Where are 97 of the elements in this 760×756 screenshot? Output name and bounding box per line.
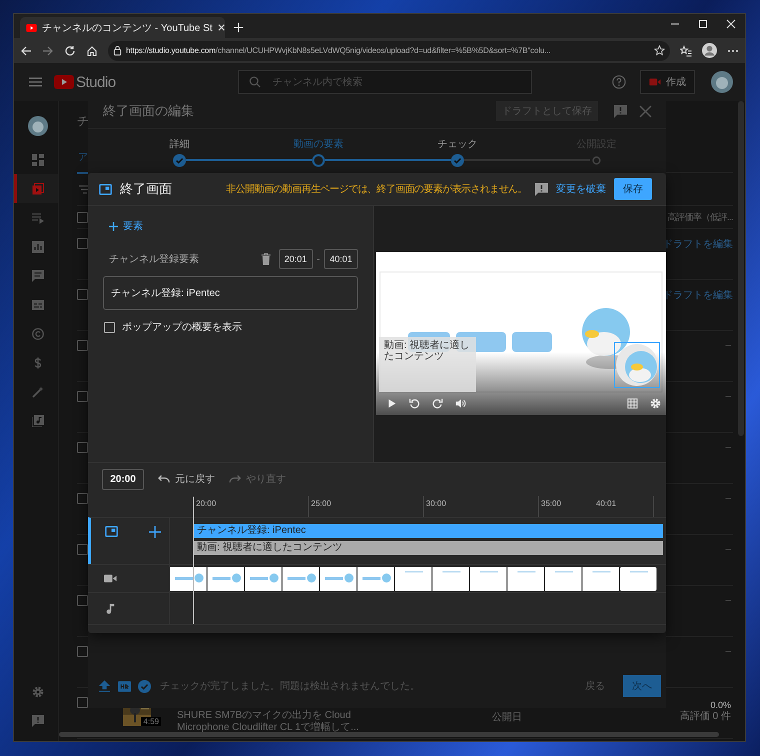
upload-icon	[98, 680, 111, 692]
feedback-icon[interactable]	[614, 104, 627, 118]
publish-date-label: 公開日	[492, 711, 522, 724]
bar-chart-icon[interactable]	[32, 240, 44, 252]
popup-summary-checkbox[interactable]	[104, 322, 115, 332]
empty-value: –	[725, 544, 732, 555]
grid-icon[interactable]	[627, 398, 638, 408]
music-note-icon	[104, 603, 117, 614]
rewind-icon[interactable]	[409, 398, 420, 408]
tab-title: チャンネルのコンテンツ - YouTube St	[42, 22, 212, 34]
editor-title: 終了画面	[120, 180, 172, 198]
end-screen-icon[interactable]	[105, 526, 118, 537]
create-button[interactable]: 作成	[640, 70, 695, 94]
video-element-card[interactable]: 動画: 視聴者に適したコンテンツ	[379, 337, 476, 392]
plus-icon	[109, 222, 118, 230]
lock-icon	[113, 45, 122, 56]
channel-field[interactable]: チャンネル登録: iPentec	[103, 276, 358, 310]
play-icon[interactable]	[386, 398, 397, 408]
element-name: チャンネル登録要素	[109, 252, 199, 266]
music-library-icon[interactable]	[32, 414, 44, 426]
horizontal-scrollbar-thumb[interactable]	[59, 732, 719, 737]
magic-wand-icon[interactable]	[32, 386, 44, 398]
redo-icon	[229, 473, 241, 485]
time-tick: 35:00	[541, 499, 562, 510]
menu-icon[interactable]	[29, 77, 42, 87]
forward-icon[interactable]	[42, 44, 54, 56]
profile-icon[interactable]	[702, 43, 717, 58]
help-icon[interactable]	[612, 75, 626, 89]
dashboard-icon[interactable]	[32, 154, 44, 166]
time-tick: 25:00	[311, 499, 332, 510]
step-label[interactable]: チェック	[438, 137, 478, 153]
undo-icon	[158, 473, 170, 485]
add-icon[interactable]	[149, 526, 161, 538]
avatar-icon[interactable]	[711, 71, 733, 93]
time-tick: 40:01	[596, 499, 618, 510]
studio-logo[interactable]: Studio	[54, 74, 116, 90]
browser-tab[interactable]: チャンネルのコンテンツ - YouTube St	[20, 17, 225, 38]
step-label[interactable]: 詳細	[170, 137, 190, 153]
feedback-icon[interactable]	[32, 714, 44, 726]
settings-icon[interactable]	[32, 686, 44, 698]
channel-avatar-icon[interactable]	[28, 116, 48, 136]
check-status-text: チェックが完了しました。問題は検出されませんでした。	[160, 680, 420, 693]
dialog-title: 終了画面の編集	[103, 102, 194, 120]
video-duration: 4:59	[141, 717, 161, 726]
video-camera-icon	[104, 573, 117, 584]
end-time-field[interactable]: 40:01	[324, 249, 358, 269]
check-circle-icon	[138, 680, 151, 692]
column-header: 高評価率（低評...	[667, 210, 733, 224]
timeline-bar[interactable]: チャンネル登録: iPentec	[193, 524, 663, 538]
hd-badge-icon	[118, 680, 131, 692]
likes-count: 高評価 0 件	[680, 711, 731, 723]
time-tick: 20:00	[196, 499, 218, 510]
copyright-icon[interactable]	[32, 328, 44, 340]
empty-value: –	[725, 595, 732, 606]
video-library-icon[interactable]	[32, 182, 44, 194]
warning-text: 非公開動画の動画再生ページでは、終了画面の要素が表示されません。	[226, 182, 527, 196]
empty-value: –	[725, 442, 732, 453]
add-element-button[interactable]: 要素	[109, 218, 143, 234]
video-title[interactable]: SHURE SM7Bのマイクの出力を Cloud Microphone Cloudlifter CL 1で増幅して...	[177, 710, 392, 734]
star-icon[interactable]	[654, 45, 665, 56]
url-text: https://studio.youtube.com/channel/UCUHPWvjKbN8s5eLVdWQ5nig/videos/upload?d=ud&filter=%5B%5D&sort=%7B"colu...	[126, 46, 552, 55]
scrollbar-thumb[interactable]	[738, 101, 744, 436]
video-camera-icon	[649, 76, 661, 88]
subscribe-element[interactable]	[614, 342, 660, 388]
empty-value: –	[725, 391, 732, 402]
time-tick: 30:00	[426, 499, 448, 510]
playlist-icon[interactable]	[32, 212, 44, 224]
empty-value: –	[725, 646, 732, 657]
current-time-field[interactable]: 20:00	[102, 468, 144, 490]
volume-icon[interactable]	[455, 398, 466, 408]
time-separator: -	[316, 254, 320, 264]
empty-value: –	[725, 493, 732, 504]
home-icon[interactable]	[86, 44, 98, 56]
comment-icon[interactable]	[32, 270, 44, 282]
favorites-icon[interactable]	[680, 44, 692, 56]
address-field[interactable]: https://studio.youtube.com/channel/UCUHPWvjKbN8s5eLVdWQ5nig/videos/upload?d=ud&filter=%5B%5D&sort=%7B"colu...	[108, 40, 670, 60]
trash-icon[interactable]	[260, 253, 271, 265]
refresh-icon[interactable]	[64, 44, 76, 56]
popup-summary-label: ポップアップの概要を表示	[122, 320, 242, 334]
new-tab-icon[interactable]	[233, 22, 244, 33]
subtitles-icon[interactable]	[32, 298, 44, 310]
discard-changes-button[interactable]: 変更を破棄	[556, 182, 606, 196]
empty-value: –	[725, 340, 732, 351]
rating-percent: 0.0%	[710, 699, 731, 711]
play-logo-icon	[54, 75, 74, 89]
start-time-field[interactable]: 20:01	[278, 249, 313, 269]
maximize-icon[interactable]	[698, 19, 708, 29]
end-screen-icon	[99, 184, 112, 194]
back-icon[interactable]	[20, 44, 32, 56]
feedback-icon[interactable]	[535, 182, 548, 196]
play-logo-icon	[26, 24, 37, 32]
search-icon	[248, 76, 261, 88]
page-title: チ	[77, 112, 89, 130]
save-button[interactable]: 保存	[614, 178, 652, 200]
row-checkbox[interactable]	[77, 544, 88, 555]
undo-button[interactable]: 元に戻す	[158, 472, 215, 486]
timeline-bar[interactable]: 動画: 視聴者に適したコンテンツ	[193, 541, 663, 555]
